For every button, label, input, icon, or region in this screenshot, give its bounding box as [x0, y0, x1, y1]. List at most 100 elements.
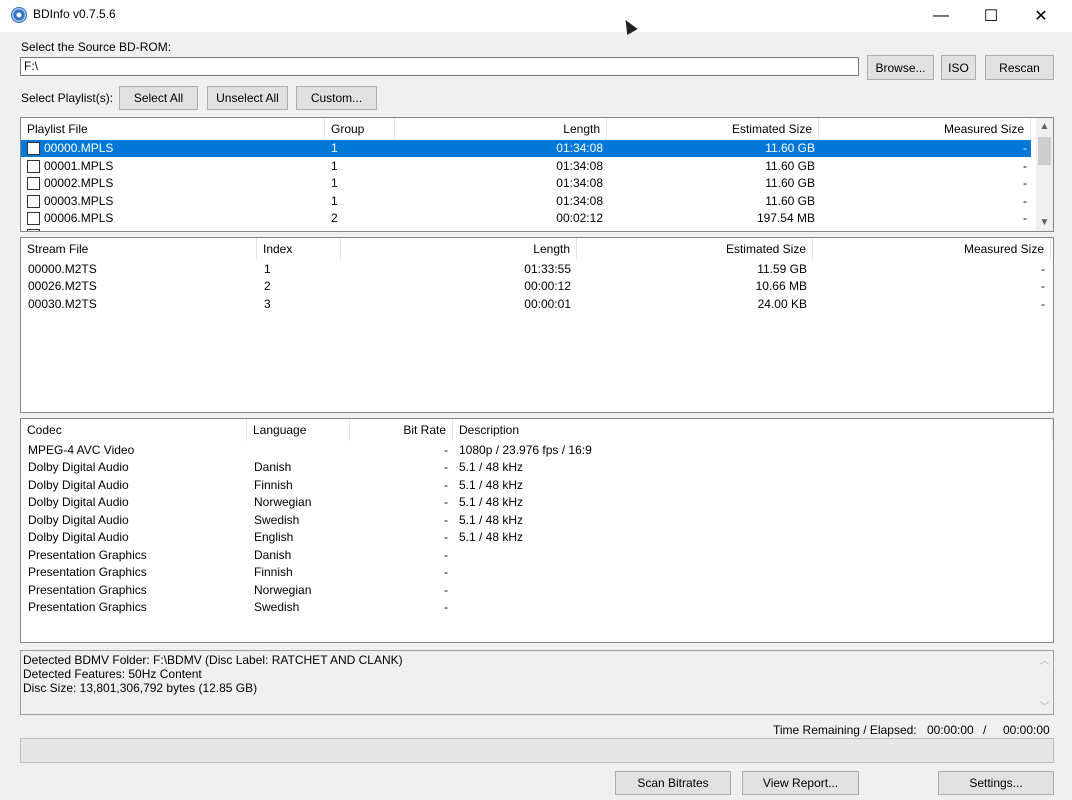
col-language[interactable]: Language	[247, 419, 350, 441]
settings-button[interactable]: Settings...	[938, 771, 1054, 795]
stream-meas-size: -	[1041, 279, 1045, 293]
playlist-meas-size: -	[1023, 211, 1027, 225]
stream-index: 2	[264, 279, 271, 293]
close-button[interactable]: ✕	[1018, 0, 1064, 32]
log-scrollbar[interactable]: ︿ ﹀	[1036, 651, 1053, 714]
playlist-file: 00006.MPLS	[44, 211, 114, 225]
stream-row[interactable]: 00030.M2TS 3 00:00:01 24.00 KB -	[21, 296, 1051, 313]
codec-bit-rate: -	[444, 443, 448, 457]
col-index[interactable]: Index	[257, 238, 341, 260]
col-group[interactable]: Group	[325, 118, 395, 140]
playlist-group: 1	[331, 141, 338, 155]
playlist-meas-size: -	[1023, 176, 1027, 190]
codec-row[interactable]: Dolby Digital Audio Norwegian - 5.1 / 48…	[21, 494, 1051, 511]
time-label: Time Remaining / Elapsed:	[773, 723, 917, 737]
codec-row[interactable]: Dolby Digital Audio Finnish - 5.1 / 48 k…	[21, 477, 1051, 494]
codec-name: Presentation Graphics	[28, 565, 147, 579]
playlist-group: 2	[331, 211, 338, 225]
log-line: Disc Size: 13,801,306,792 bytes (12.85 G…	[23, 681, 258, 695]
col-stream-meas-size[interactable]: Measured Size	[813, 238, 1051, 260]
playlist-file: 00001.MPLS	[44, 159, 114, 173]
codec-name: Dolby Digital Audio	[28, 513, 129, 527]
col-stream-file[interactable]: Stream File	[21, 238, 257, 260]
playlist-row[interactable]: 00006.MPLS 2 00:02:12 197.54 MB -	[21, 210, 1031, 227]
playlist-row[interactable]: 00000.MPLS 1 01:34:08 11.60 GB -	[21, 140, 1031, 157]
log-line: Detected BDMV Folder: F:\BDMV (Disc Labe…	[23, 653, 403, 667]
maximize-button[interactable]: ☐	[968, 0, 1014, 32]
stream-index: 3	[264, 297, 271, 311]
stream-row[interactable]: 00026.M2TS 2 00:00:12 10.66 MB -	[21, 278, 1051, 295]
stream-meas-size: -	[1041, 297, 1045, 311]
scroll-down-icon[interactable]: ﹀	[1036, 697, 1053, 714]
codec-row[interactable]: Presentation Graphics Norwegian -	[21, 582, 1051, 599]
col-playlist-file[interactable]: Playlist File	[21, 118, 325, 140]
col-description[interactable]: Description	[453, 419, 1053, 441]
codec-name: Presentation Graphics	[28, 548, 147, 562]
col-stream-length[interactable]: Length	[341, 238, 577, 260]
playlist-row[interactable]: 00003.MPLS 1 01:34:08 11.60 GB -	[21, 193, 1031, 210]
playlist-row[interactable]: 00002.MPLS 1 01:34:08 11.60 GB -	[21, 175, 1031, 192]
playlist-meas-size: -	[1023, 194, 1027, 208]
playlist-est-size: 11.60 GB	[765, 141, 815, 155]
playlist-list[interactable]: Playlist File Group Length Estimated Siz…	[20, 117, 1054, 232]
minimize-button[interactable]: —	[918, 0, 964, 32]
stream-est-size: 10.66 MB	[755, 279, 807, 293]
source-path-input[interactable]: F:\	[20, 57, 859, 76]
codec-row[interactable]: Dolby Digital Audio Danish - 5.1 / 48 kH…	[21, 459, 1051, 476]
playlist-length: 00:02:12	[556, 211, 603, 225]
playlist-length: 01:34:08	[556, 159, 603, 173]
iso-button[interactable]: ISO	[941, 55, 976, 80]
playlist-checkbox[interactable]	[27, 212, 40, 225]
stream-row[interactable]: 00000.M2TS 1 01:33:55 11.59 GB -	[21, 261, 1051, 278]
codec-bit-rate: -	[444, 530, 448, 544]
codec-row[interactable]: Dolby Digital Audio English - 5.1 / 48 k…	[21, 529, 1051, 546]
unselect-all-button[interactable]: Unselect All	[207, 86, 288, 110]
playlist-checkbox[interactable]	[27, 195, 40, 208]
stream-list[interactable]: Stream File Index Length Estimated Size …	[20, 237, 1054, 413]
codec-row[interactable]: Dolby Digital Audio Swedish - 5.1 / 48 k…	[21, 512, 1051, 529]
log-line: Detected Features: 50Hz Content	[23, 667, 202, 681]
col-codec[interactable]: Codec	[21, 419, 247, 441]
window-title: BDInfo v0.7.5.6	[33, 7, 116, 21]
scroll-down-icon[interactable]: ▼	[1036, 214, 1053, 231]
select-playlists-label: Select Playlist(s):	[21, 91, 114, 105]
codec-bit-rate: -	[444, 495, 448, 509]
col-bit-rate[interactable]: Bit Rate	[350, 419, 453, 441]
select-all-button[interactable]: Select All	[119, 86, 198, 110]
codec-name: Dolby Digital Audio	[28, 478, 129, 492]
custom-button[interactable]: Custom...	[296, 86, 377, 110]
col-stream-est-size[interactable]: Estimated Size	[577, 238, 813, 260]
scan-bitrates-button[interactable]: Scan Bitrates	[615, 771, 731, 795]
view-report-button[interactable]: View Report...	[742, 771, 859, 795]
scroll-thumb[interactable]	[1038, 137, 1051, 165]
codec-row[interactable]: Presentation Graphics Swedish -	[21, 599, 1051, 616]
codec-name: Presentation Graphics	[28, 600, 147, 614]
time-elapsed: 00:00:00	[1003, 723, 1050, 737]
scroll-up-icon[interactable]: ︿	[1036, 651, 1053, 668]
col-length[interactable]: Length	[395, 118, 607, 140]
playlist-checkbox[interactable]	[27, 142, 40, 155]
col-measured-size[interactable]: Measured Size	[819, 118, 1031, 140]
stream-est-size: 24.00 KB	[757, 297, 807, 311]
codec-row[interactable]: Presentation Graphics Finnish -	[21, 564, 1051, 581]
codec-bit-rate: -	[444, 460, 448, 474]
playlist-checkbox[interactable]	[27, 160, 40, 173]
codec-list[interactable]: Codec Language Bit Rate Description MPEG…	[20, 418, 1054, 643]
codec-row[interactable]: MPEG-4 AVC Video - 1080p / 23.976 fps / …	[21, 442, 1051, 459]
codec-name: Dolby Digital Audio	[28, 530, 129, 544]
codec-description: 5.1 / 48 kHz	[459, 513, 524, 527]
playlist-row[interactable]: 00001.MPLS 1 01:34:08 11.60 GB -	[21, 158, 1031, 175]
playlist-checkbox[interactable]	[27, 177, 40, 190]
source-label: Select the Source BD-ROM:	[21, 40, 172, 54]
browse-button[interactable]: Browse...	[867, 55, 934, 80]
playlist-checkbox-partial[interactable]	[27, 229, 40, 231]
codec-row[interactable]: Presentation Graphics Danish -	[21, 547, 1051, 564]
col-estimated-size[interactable]: Estimated Size	[607, 118, 819, 140]
rescan-button[interactable]: Rescan	[985, 55, 1054, 80]
progress-bar	[20, 738, 1054, 763]
playlist-file: 00002.MPLS	[44, 176, 114, 190]
playlist-scrollbar[interactable]: ▲ ▼	[1036, 118, 1053, 231]
log-textbox[interactable]: Detected BDMV Folder: F:\BDMV (Disc Labe…	[20, 650, 1054, 715]
scroll-up-icon[interactable]: ▲	[1036, 118, 1053, 135]
playlist-group: 1	[331, 194, 338, 208]
